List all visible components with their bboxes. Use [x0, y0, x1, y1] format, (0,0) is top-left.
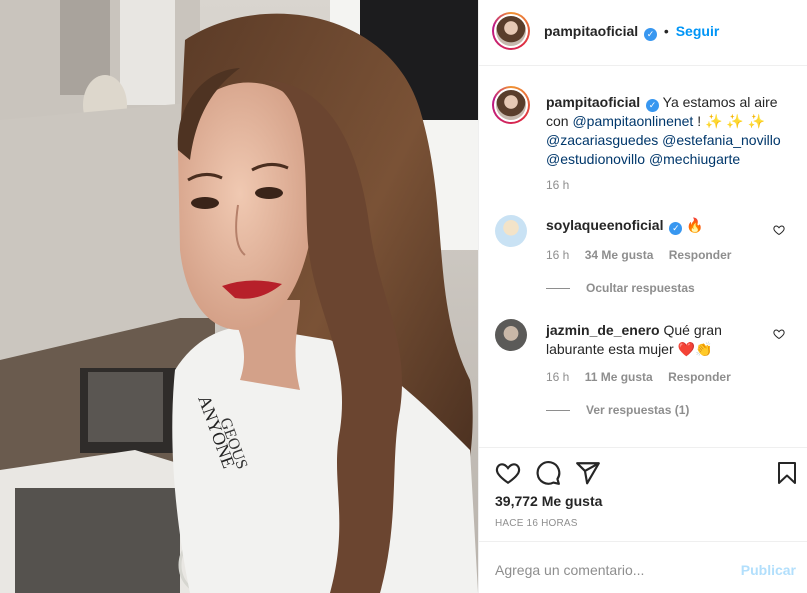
mention-link[interactable]: @pampitaonlinenet — [572, 113, 693, 129]
action-bar: 39,772 Me gusta HACE 16 HORAS — [479, 447, 807, 541]
comment-username[interactable]: soylaqueenoficial — [546, 217, 663, 233]
comment-time[interactable]: 16 h — [546, 370, 569, 384]
separator-dot: • — [663, 23, 669, 39]
comment-meta: 16 h 11 Me gusta Responder — [546, 370, 743, 384]
comment-likes[interactable]: 11 Me gusta — [585, 370, 653, 384]
comment-text: Qué gran — [663, 322, 722, 338]
comment-username[interactable]: jazmin_de_enero — [546, 322, 660, 338]
caption-punct: ! — [697, 113, 702, 129]
publish-button[interactable]: Publicar — [741, 562, 796, 578]
comment-icon[interactable] — [535, 460, 561, 486]
comment-item: jazmin_de_enero Qué gran laburante esta … — [546, 321, 766, 359]
comment-like-heart-icon[interactable] — [773, 224, 785, 236]
comment-like-heart-icon[interactable] — [773, 328, 785, 340]
verified-icon: ✓ — [644, 28, 658, 41]
comment-text: 🔥 — [686, 217, 704, 233]
reply-button[interactable]: Responder — [668, 370, 731, 384]
selfie-image: ANYONE GEOUS — [0, 0, 478, 593]
post-time-ago[interactable]: HACE 16 HORAS — [495, 518, 578, 529]
sparkles-emoji: ✨ ✨ ✨ — [705, 113, 766, 129]
author-avatar[interactable] — [492, 12, 530, 50]
post-caption: pampitaoficial ✓ Ya estamos al aire con … — [546, 93, 796, 169]
verified-icon: ✓ — [646, 99, 660, 112]
commenter-avatar[interactable] — [495, 215, 527, 247]
share-icon[interactable] — [575, 460, 601, 486]
mention-link[interactable]: @zacariasguedes — [546, 132, 658, 148]
comment-text: laburante esta mujer — [546, 341, 674, 357]
caption-time[interactable]: 16 h — [546, 178, 569, 192]
heart-icon[interactable] — [495, 460, 521, 486]
save-icon[interactable] — [775, 460, 799, 486]
hide-replies-button[interactable]: Ocultar respuestas — [546, 281, 695, 295]
verified-icon: ✓ — [669, 222, 683, 235]
comment-meta: 16 h 34 Me gusta Responder — [546, 248, 743, 262]
add-comment-bar: Agrega un comentario... Publicar — [479, 541, 807, 593]
follow-button[interactable]: Seguir — [676, 23, 720, 39]
comment-input[interactable]: Agrega un comentario... — [495, 562, 644, 578]
view-replies-button[interactable]: Ver respuestas (1) — [546, 403, 689, 417]
post-side-panel: pampitaoficial ✓ • Seguir pampitaoficial… — [478, 0, 807, 593]
post-photo[interactable]: ANYONE GEOUS — [0, 0, 478, 593]
mention-link[interactable]: @estudionovillo — [546, 151, 645, 167]
mention-link[interactable]: @estefania_novillo — [662, 132, 781, 148]
reply-button[interactable]: Responder — [669, 248, 732, 262]
caption-author-username[interactable]: pampitaoficial — [546, 94, 640, 110]
caption-author-avatar[interactable] — [492, 86, 530, 124]
post-header: pampitaoficial ✓ • Seguir — [479, 0, 807, 66]
commenter-avatar[interactable] — [495, 319, 527, 351]
comment-item: soylaqueenoficial ✓ 🔥 — [546, 217, 704, 235]
author-username[interactable]: pampitaoficial — [544, 23, 638, 39]
likes-count[interactable]: 39,772 Me gusta — [495, 493, 602, 509]
comment-likes[interactable]: 34 Me gusta — [585, 248, 654, 262]
comment-time[interactable]: 16 h — [546, 248, 569, 262]
comment-emoji: ❤️👏 — [677, 341, 713, 357]
mention-link[interactable]: @mechiugarte — [649, 151, 740, 167]
